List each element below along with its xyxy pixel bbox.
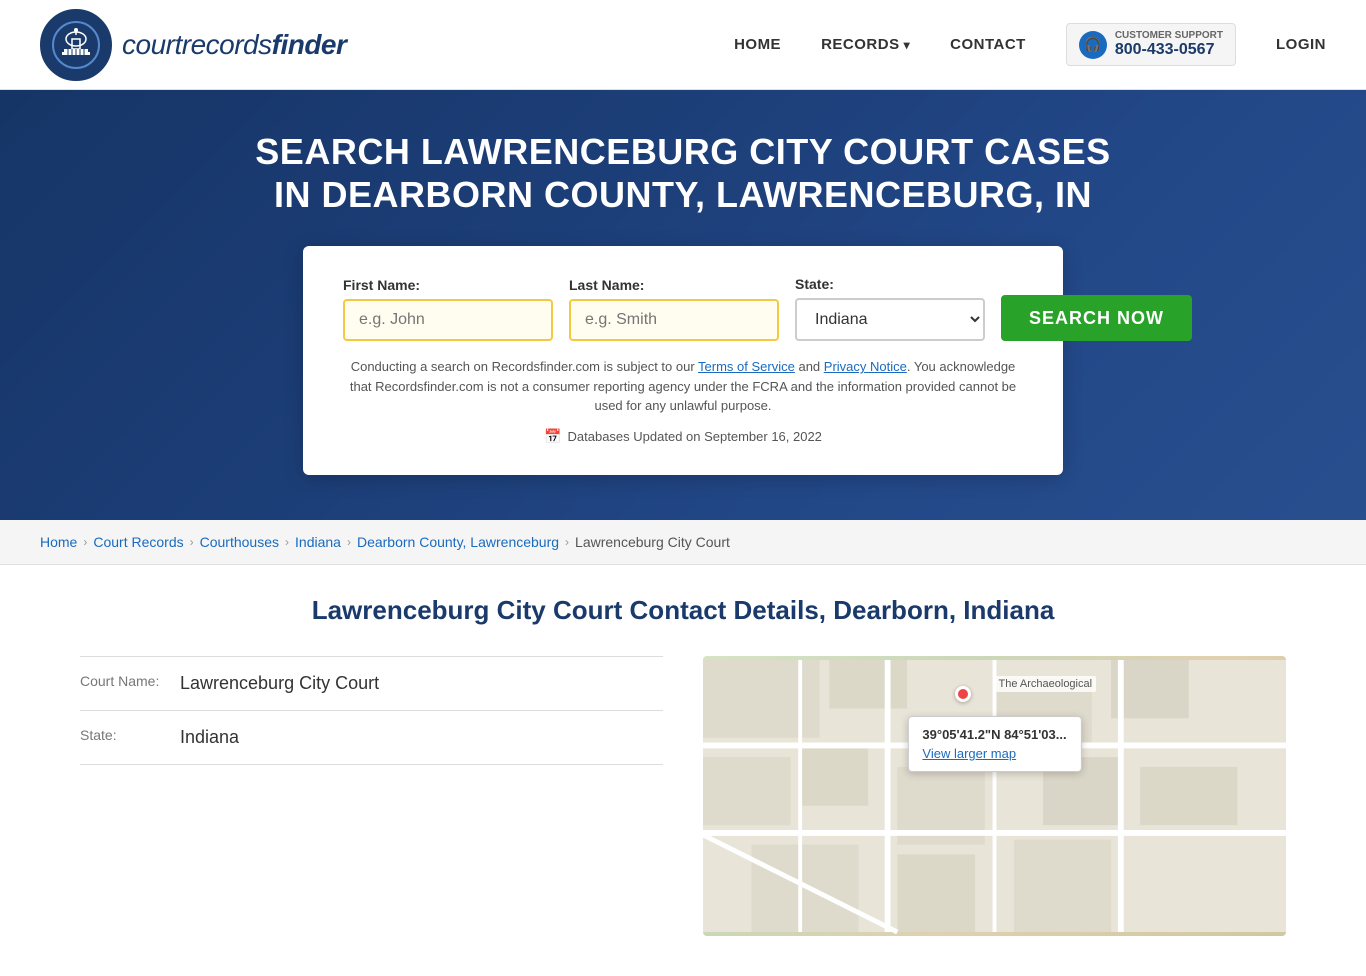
customer-support[interactable]: 🎧 CUSTOMER SUPPORT 800-433-0567 <box>1066 23 1236 66</box>
first-name-label: First Name: <box>343 277 553 293</box>
search-fields: First Name: Last Name: State: Indiana Al… <box>343 276 1023 341</box>
map-roads-svg <box>703 656 1286 936</box>
map-location-label: The Archaeological <box>995 676 1097 692</box>
content-grid: Court Name: Lawrenceburg City Court Stat… <box>80 656 1286 936</box>
map-bg: The Archaeological 39°05'41.2"N 84°51'03… <box>703 656 1286 936</box>
hero-title: SEARCH LAWRENCEBURG CITY COURT CASES IN … <box>233 130 1133 216</box>
state-detail-value: Indiana <box>180 727 239 748</box>
breadcrumb: Home › Court Records › Courthouses › Ind… <box>0 520 1366 565</box>
state-detail-label: State: <box>80 727 170 743</box>
map-coords: 39°05'41.2"N 84°51'03... <box>922 727 1066 742</box>
nav-home[interactable]: HOME <box>734 36 781 53</box>
logo-icon <box>40 9 112 81</box>
support-text: CUSTOMER SUPPORT 800-433-0567 <box>1115 30 1223 59</box>
search-button[interactable]: SEARCH NOW <box>1001 295 1192 341</box>
logo-text: courtrecordsfinder <box>122 29 346 61</box>
court-name-value: Lawrenceburg City Court <box>180 673 379 694</box>
calendar-icon: 📅 <box>544 428 561 445</box>
first-name-group: First Name: <box>343 277 553 341</box>
court-name-label: Court Name: <box>80 673 170 689</box>
search-card: First Name: Last Name: State: Indiana Al… <box>303 246 1063 475</box>
chevron-down-icon: ▾ <box>904 38 911 52</box>
breadcrumb-current: Lawrenceburg City Court <box>575 534 730 550</box>
map-panel: The Archaeological 39°05'41.2"N 84°51'03… <box>703 656 1286 936</box>
view-larger-map-link[interactable]: View larger map <box>922 746 1016 761</box>
db-updated: 📅 Databases Updated on September 16, 202… <box>343 428 1023 445</box>
breadcrumb-sep-4: › <box>347 535 351 549</box>
main-nav: HOME RECORDS ▾ CONTACT 🎧 CUSTOMER SUPPOR… <box>734 23 1326 66</box>
last-name-input[interactable] <box>569 299 779 341</box>
site-header: courtrecordsfinder HOME RECORDS ▾ CONTAC… <box>0 0 1366 90</box>
terms-link[interactable]: Terms of Service <box>698 359 795 374</box>
breadcrumb-dearborn[interactable]: Dearborn County, Lawrenceburg <box>357 534 559 550</box>
breadcrumb-sep-2: › <box>190 535 194 549</box>
detail-row-court-name: Court Name: Lawrenceburg City Court <box>80 657 663 711</box>
state-group: State: Indiana Alabama Alaska Arizona Ca… <box>795 276 985 341</box>
map-pin <box>955 686 971 702</box>
hero-section: SEARCH LAWRENCEBURG CITY COURT CASES IN … <box>0 90 1366 520</box>
breadcrumb-courthouses[interactable]: Courthouses <box>200 534 279 550</box>
headset-icon: 🎧 <box>1079 31 1107 59</box>
last-name-group: Last Name: <box>569 277 779 341</box>
breadcrumb-sep-5: › <box>565 535 569 549</box>
privacy-link[interactable]: Privacy Notice <box>824 359 907 374</box>
first-name-input[interactable] <box>343 299 553 341</box>
search-disclaimer: Conducting a search on Recordsfinder.com… <box>343 357 1023 416</box>
detail-row-state: State: Indiana <box>80 711 663 765</box>
state-label: State: <box>795 276 985 292</box>
breadcrumb-court-records[interactable]: Court Records <box>93 534 183 550</box>
last-name-label: Last Name: <box>569 277 779 293</box>
breadcrumb-sep-1: › <box>83 535 87 549</box>
logo-area[interactable]: courtrecordsfinder <box>40 9 346 81</box>
nav-login[interactable]: LOGIN <box>1276 36 1326 53</box>
breadcrumb-home[interactable]: Home <box>40 534 77 550</box>
main-content: Lawrenceburg City Court Contact Details,… <box>0 565 1366 976</box>
nav-contact[interactable]: CONTACT <box>950 36 1026 53</box>
state-select[interactable]: Indiana Alabama Alaska Arizona Californi… <box>795 298 985 341</box>
details-panel: Court Name: Lawrenceburg City Court Stat… <box>80 656 663 936</box>
section-title: Lawrenceburg City Court Contact Details,… <box>80 595 1286 626</box>
breadcrumb-sep-3: › <box>285 535 289 549</box>
nav-records[interactable]: RECORDS ▾ <box>821 36 910 53</box>
breadcrumb-indiana[interactable]: Indiana <box>295 534 341 550</box>
map-tooltip: 39°05'41.2"N 84°51'03... View larger map <box>907 716 1081 772</box>
